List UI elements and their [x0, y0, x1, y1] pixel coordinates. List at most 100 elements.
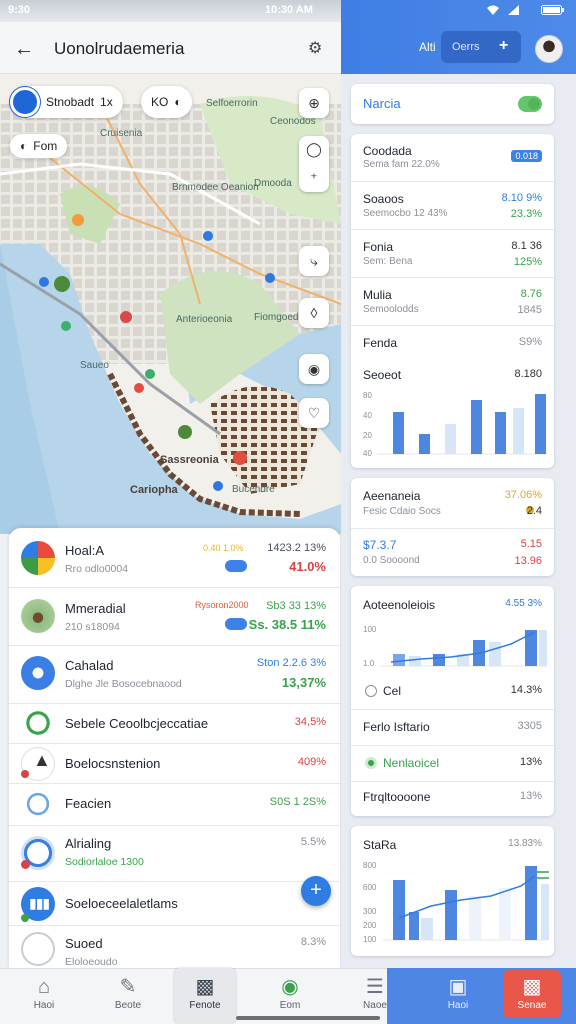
orders-button[interactable]: Oerrs +: [441, 31, 521, 63]
nav-explore[interactable]: ▩ Fenote: [174, 968, 236, 1024]
list-item-name: Sebele Ceoolbcjeccatiae: [65, 716, 209, 731]
list-item-sub: Eloloeoudo: [65, 956, 118, 968]
list-item-name: Hoal:A: [65, 543, 105, 558]
chart-bar: [539, 630, 547, 666]
list-item-value: 5.5%: [300, 836, 326, 848]
nav-save[interactable]: ▩ Senae: [503, 970, 561, 1018]
list-item[interactable]: Sebele Ceoolbcjeccatiae 34,5%: [9, 704, 340, 744]
location-chip-label: Stnobadt: [46, 95, 95, 109]
toggle-card: Narcia: [351, 84, 554, 124]
trend-row-value: 13%: [519, 790, 542, 802]
map-label: Dmooda: [254, 178, 292, 189]
settings-gear-icon[interactable]: ⚙: [308, 38, 322, 58]
axis-tick: 40: [363, 449, 372, 458]
zoom-out-icon[interactable]: ⁺: [310, 170, 317, 187]
user-avatar[interactable]: [535, 35, 563, 63]
chart-bar: [393, 654, 405, 666]
list-item-name: Mmeradial: [65, 601, 126, 616]
list-item[interactable]: Alrialing Sodiorlaloe 1300 5.5%: [9, 826, 340, 882]
list-item[interactable]: Cahalad Dlghe Jle Bosocebnaood Ston 2.2.…: [9, 646, 340, 704]
nav-label: Fenote: [189, 1000, 221, 1011]
status-bar-right: [341, 0, 576, 22]
map-view[interactable]: Stnobadt 1x KO ◐ ◐ Fom Ceonodos Brnmodee…: [0, 74, 341, 534]
stats-row[interactable]: Coodada Sema fam 22.0% 0.018: [351, 134, 554, 182]
trend-chart: 100 1.0: [363, 625, 547, 668]
filter-chip[interactable]: KO ◐: [141, 86, 192, 118]
nav-notes[interactable]: ✎ Beote: [98, 968, 158, 1024]
list-item-name: Boelocsnstenion: [65, 756, 161, 771]
list-item[interactable]: Feacien S0S 1 2S%: [9, 784, 340, 826]
trend-row[interactable]: Ferlo Isftario 3305: [351, 710, 554, 746]
nav-home[interactable]: ⌂ Haoi: [14, 968, 74, 1024]
stats-row[interactable]: Mulia Semoolodds 8.76 1845: [351, 278, 554, 326]
trend-row-title: Nenlaoicel: [383, 756, 440, 770]
stats-row[interactable]: Soaoos Seemocbo 12 43% 8.10 9% 23.3%: [351, 182, 554, 230]
map-label: Cariopha: [130, 484, 178, 496]
axis-tick: 20: [363, 431, 372, 440]
list-item-change: 41.0%: [289, 559, 326, 574]
map-label: Sassreonia: [160, 454, 219, 466]
summary-row-sub-value: 13.96: [514, 555, 542, 567]
nav-label: Naoe: [363, 1000, 387, 1011]
status-bar-left: 9:30 10:30 AM: [0, 0, 341, 22]
list-item-change: Ss. 38.5 11%: [248, 617, 326, 632]
stats-row[interactable]: Fonia Sem: Bena 8.1 36 125%: [351, 230, 554, 278]
zoom-control[interactable]: ◯ ⁺: [299, 136, 329, 192]
list-item-sub: Sodiorlaloe 1300: [65, 856, 144, 868]
directions-icon[interactable]: ⤷: [299, 246, 329, 276]
nav-label: Beote: [114, 1000, 142, 1011]
mixed-chart-card: StaRa 13.83% 800 600 300 200 100: [351, 826, 554, 956]
menu-icon: ☰: [366, 976, 384, 998]
chart-bar: [513, 408, 524, 454]
list-item[interactable]: Hoal:A Rro odlo0004 0.40 1.0% 1423.2 13%…: [9, 528, 340, 588]
stats-row-sub: Seemocbo 12 43%: [363, 208, 448, 219]
window-icon: ▣: [448, 976, 468, 998]
chart-bar: [535, 394, 546, 454]
stats-row-sub: Sem: Bena: [363, 256, 413, 267]
stats-row-title: Coodada: [363, 144, 412, 158]
trend-row[interactable]: Cel 14.3%: [351, 674, 554, 710]
nav-label: Haoi: [447, 1000, 469, 1011]
summary-row-value: 5.15: [520, 538, 542, 550]
place-avatar: [21, 656, 55, 690]
status-pill: [225, 560, 247, 572]
trend-row[interactable]: Ftrqltoooone 13%: [351, 782, 554, 816]
stats-row-value: 8.1 36: [511, 240, 542, 252]
back-arrow-icon[interactable]: ←: [14, 38, 34, 61]
location-chip[interactable]: Stnobadt 1x: [10, 86, 123, 118]
list-item[interactable]: ▮▮▮ Soeloeceelaletlams: [9, 882, 340, 926]
feature-toggle[interactable]: [518, 96, 542, 112]
layer-chip[interactable]: ◐ Fom: [10, 134, 68, 158]
locate-icon[interactable]: ◉: [299, 354, 329, 384]
add-fab-button[interactable]: +: [301, 876, 331, 906]
alert-dot: [21, 860, 30, 869]
right-header-label: Alti: [419, 40, 436, 54]
stats-row-change: 1845: [517, 304, 542, 316]
list-item-name: Alrialing: [65, 836, 112, 851]
location-logo-icon: [10, 87, 40, 117]
nav-home-right[interactable]: ▣ Haoi: [428, 968, 488, 1024]
stats-row[interactable]: Fenda S9%: [351, 326, 554, 360]
home-indicator: [236, 1016, 380, 1020]
stats-bar-chart: 80 40 20 40: [363, 391, 547, 458]
chart-bars-icon: ▮▮▮: [29, 895, 50, 911]
radio-icon[interactable]: [365, 685, 377, 697]
zoom-in-icon[interactable]: ◯: [306, 141, 322, 158]
place-avatar: [21, 599, 55, 633]
recenter-icon[interactable]: ⊕: [299, 88, 329, 118]
axis-tick: 300: [363, 907, 377, 916]
list-item[interactable]: ▲ Boelocsnstenion 409%: [9, 744, 340, 784]
nav-label: Haoi: [33, 1000, 55, 1011]
list-item[interactable]: Suoed Eloloeoudo 8.3%: [9, 926, 340, 968]
stats-row-sub: Sema fam 22.0%: [363, 159, 440, 170]
list-item[interactable]: Mmeradial 210 s18094 Rysoron2000 Sb3 33 …: [9, 588, 340, 646]
map-label: Selfoerrorin: [206, 98, 258, 109]
chart-bar: [409, 912, 419, 940]
favorite-icon[interactable]: ♡: [299, 398, 329, 428]
toggle-card-title: Narcia: [363, 96, 401, 111]
compass-icon[interactable]: ◊: [299, 298, 329, 328]
stats-row-title: Soaoos: [363, 192, 404, 206]
trend-row[interactable]: Nenlaoicel 13%: [351, 746, 554, 782]
trend-row-value: 14.3%: [510, 684, 542, 696]
battery-icon: [541, 5, 564, 15]
